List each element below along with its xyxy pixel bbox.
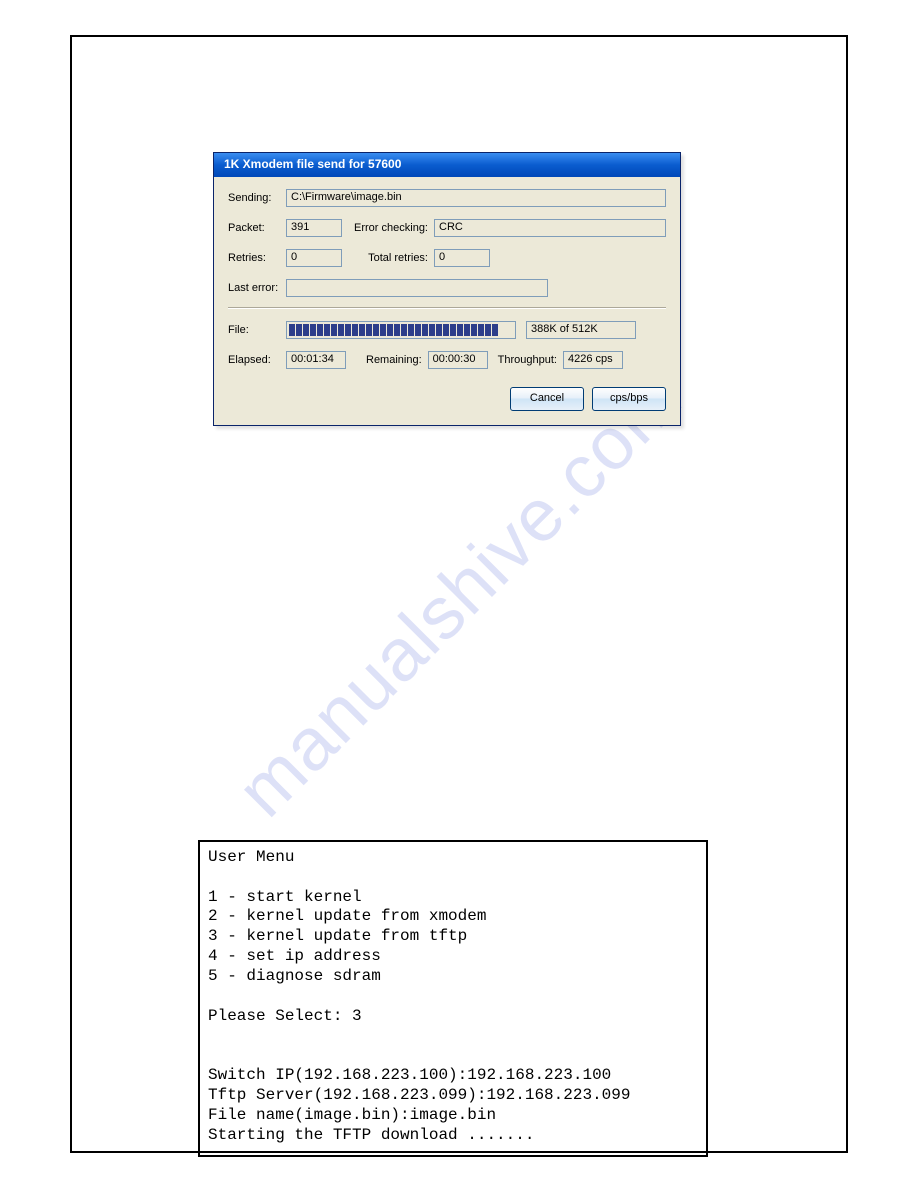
field-error-checking: CRC	[434, 219, 666, 237]
row-file: File: 388K of 512K	[228, 321, 666, 339]
dialog-title: 1K Xmodem file send for 57600	[224, 157, 401, 171]
field-elapsed: 00:01:34	[286, 351, 346, 369]
field-sending: C:\Firmware\image.bin	[286, 189, 666, 207]
progress-block	[415, 324, 421, 336]
row-sending: Sending: C:\Firmware\image.bin	[228, 189, 666, 207]
progress-bar	[286, 321, 516, 339]
field-total-retries: 0	[434, 249, 490, 267]
field-remaining: 00:00:30	[428, 351, 488, 369]
progress-block	[422, 324, 428, 336]
label-last-error: Last error:	[228, 282, 286, 294]
dialog-titlebar: 1K Xmodem file send for 57600	[214, 153, 680, 177]
label-total-retries: Total retries:	[342, 252, 428, 264]
dialog-body: Sending: C:\Firmware\image.bin Packet: 3…	[214, 177, 680, 425]
progress-block	[485, 324, 491, 336]
progress-block	[331, 324, 337, 336]
label-throughput: Throughput:	[498, 354, 557, 366]
progress-block	[317, 324, 323, 336]
progress-block	[401, 324, 407, 336]
field-last-error	[286, 279, 548, 297]
progress-block	[345, 324, 351, 336]
progress-block	[436, 324, 442, 336]
button-row: Cancel cps/bps	[228, 387, 666, 411]
row-packet: Packet: 391 Error checking: CRC	[228, 219, 666, 237]
progress-block	[380, 324, 386, 336]
terminal-output: User Menu 1 - start kernel 2 - kernel up…	[198, 840, 708, 1157]
label-file: File:	[228, 324, 286, 336]
progress-block	[394, 324, 400, 336]
cancel-button[interactable]: Cancel	[510, 387, 584, 411]
label-error-checking: Error checking:	[342, 222, 428, 234]
progress-block	[450, 324, 456, 336]
label-sending: Sending:	[228, 192, 286, 204]
progress-block	[296, 324, 302, 336]
progress-block	[338, 324, 344, 336]
progress-block	[373, 324, 379, 336]
progress-block	[471, 324, 477, 336]
progress-block	[429, 324, 435, 336]
field-packet: 391	[286, 219, 342, 237]
field-throughput: 4226 cps	[563, 351, 623, 369]
progress-block	[464, 324, 470, 336]
progress-block	[492, 324, 498, 336]
field-file-progress: 388K of 512K	[526, 321, 636, 339]
xmodem-dialog: 1K Xmodem file send for 57600 Sending: C…	[213, 152, 681, 426]
row-timing: Elapsed: 00:01:34 Remaining: 00:00:30 Th…	[228, 351, 666, 369]
progress-block	[408, 324, 414, 336]
divider	[228, 307, 666, 309]
label-packet: Packet:	[228, 222, 286, 234]
progress-block	[352, 324, 358, 336]
document-page: manualshive.com 1K Xmodem file send for …	[0, 0, 918, 1188]
cpsbps-button[interactable]: cps/bps	[592, 387, 666, 411]
progress-block	[366, 324, 372, 336]
label-elapsed: Elapsed:	[228, 354, 286, 366]
progress-block	[303, 324, 309, 336]
progress-block	[443, 324, 449, 336]
row-retries: Retries: 0 Total retries: 0	[228, 249, 666, 267]
progress-block	[478, 324, 484, 336]
field-retries: 0	[286, 249, 342, 267]
label-remaining: Remaining:	[366, 354, 422, 366]
progress-block	[324, 324, 330, 336]
progress-block	[310, 324, 316, 336]
progress-block	[457, 324, 463, 336]
progress-block	[359, 324, 365, 336]
row-last-error: Last error:	[228, 279, 666, 297]
progress-block	[289, 324, 295, 336]
progress-block	[387, 324, 393, 336]
label-retries: Retries:	[228, 252, 286, 264]
